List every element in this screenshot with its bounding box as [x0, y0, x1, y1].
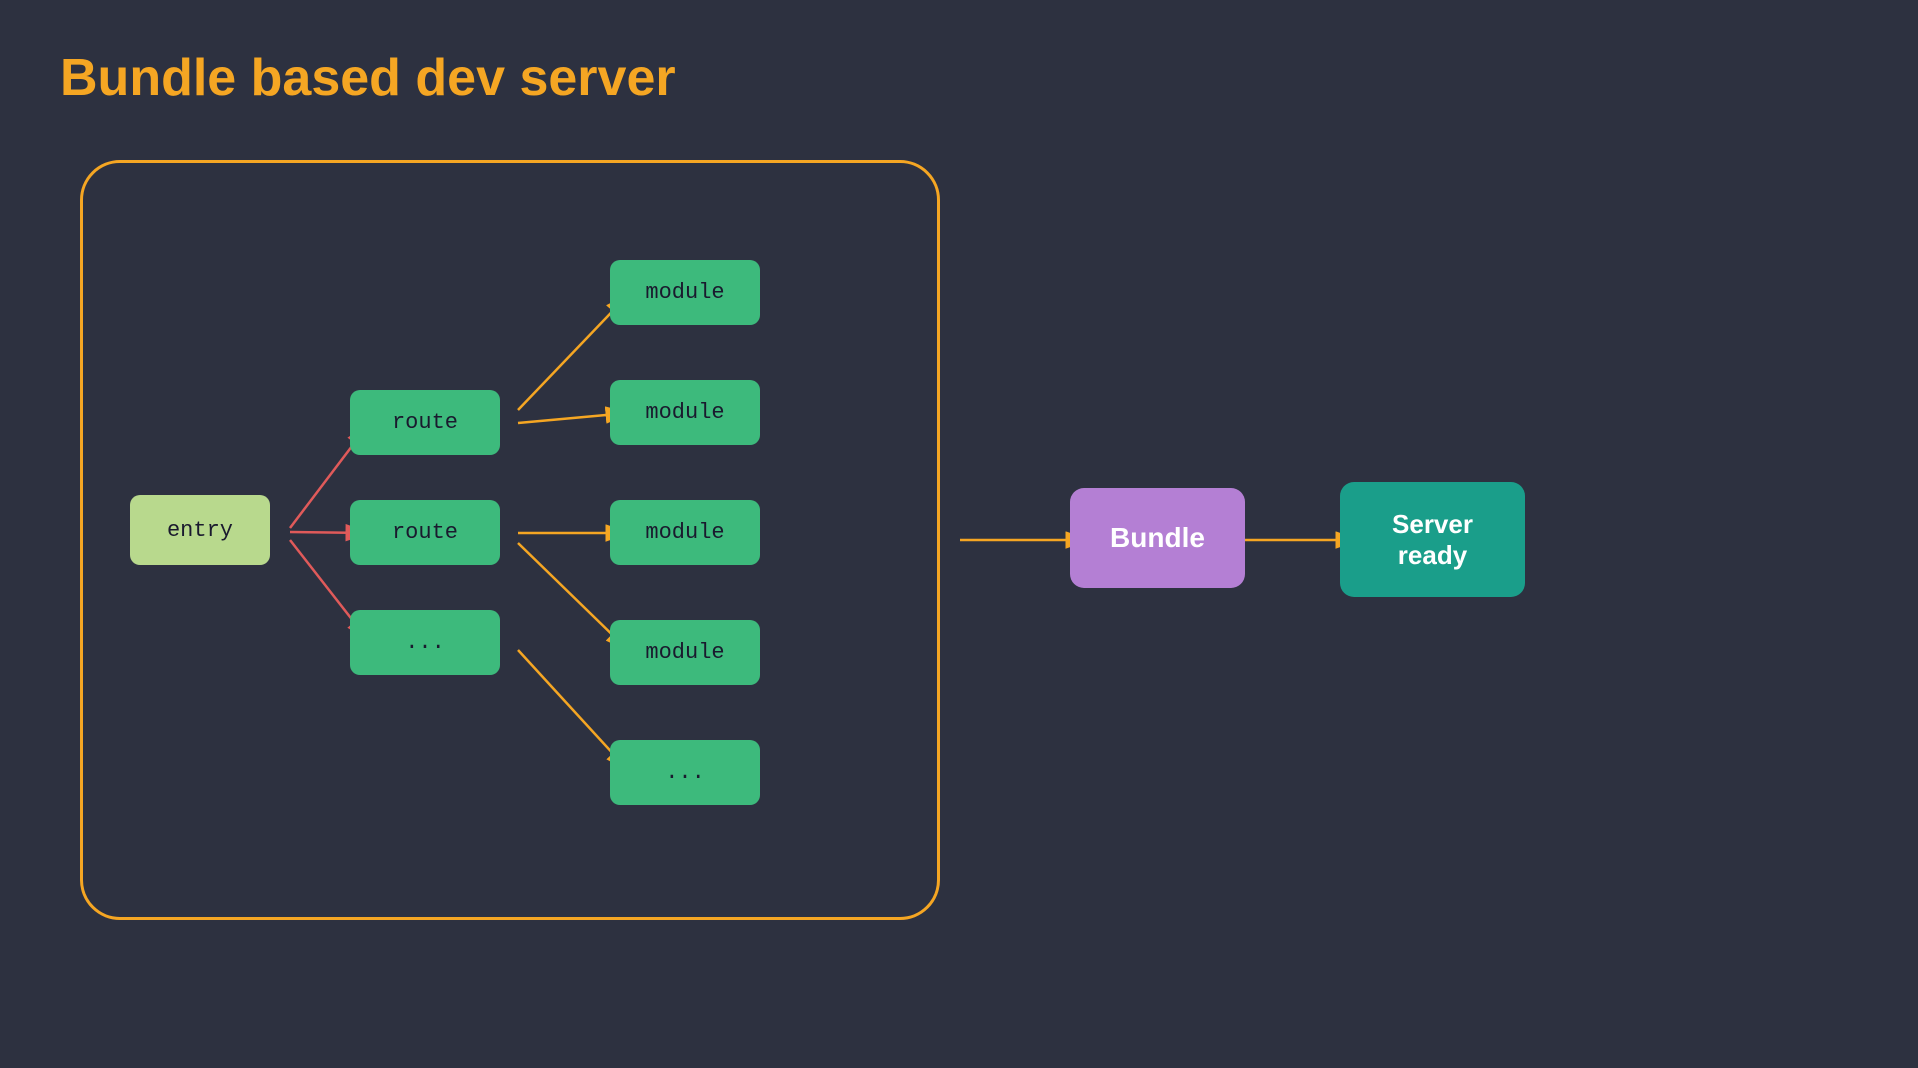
server-ready-label: Serverready	[1392, 509, 1473, 571]
bundle-node: Bundle	[1070, 488, 1245, 588]
dots1-node: ...	[350, 610, 500, 675]
dots2-node: ...	[610, 740, 760, 805]
module2-node: module	[610, 380, 760, 445]
route1-node: route	[350, 390, 500, 455]
page-title: Bundle based dev server	[60, 48, 676, 108]
diagram-container: entry route route ... module module modu…	[60, 140, 1860, 1000]
server-ready-node: Serverready	[1340, 482, 1525, 597]
module4-node: module	[610, 620, 760, 685]
entry-node: entry	[130, 495, 270, 565]
route2-node: route	[350, 500, 500, 565]
module3-node: module	[610, 500, 760, 565]
module1-node: module	[610, 260, 760, 325]
